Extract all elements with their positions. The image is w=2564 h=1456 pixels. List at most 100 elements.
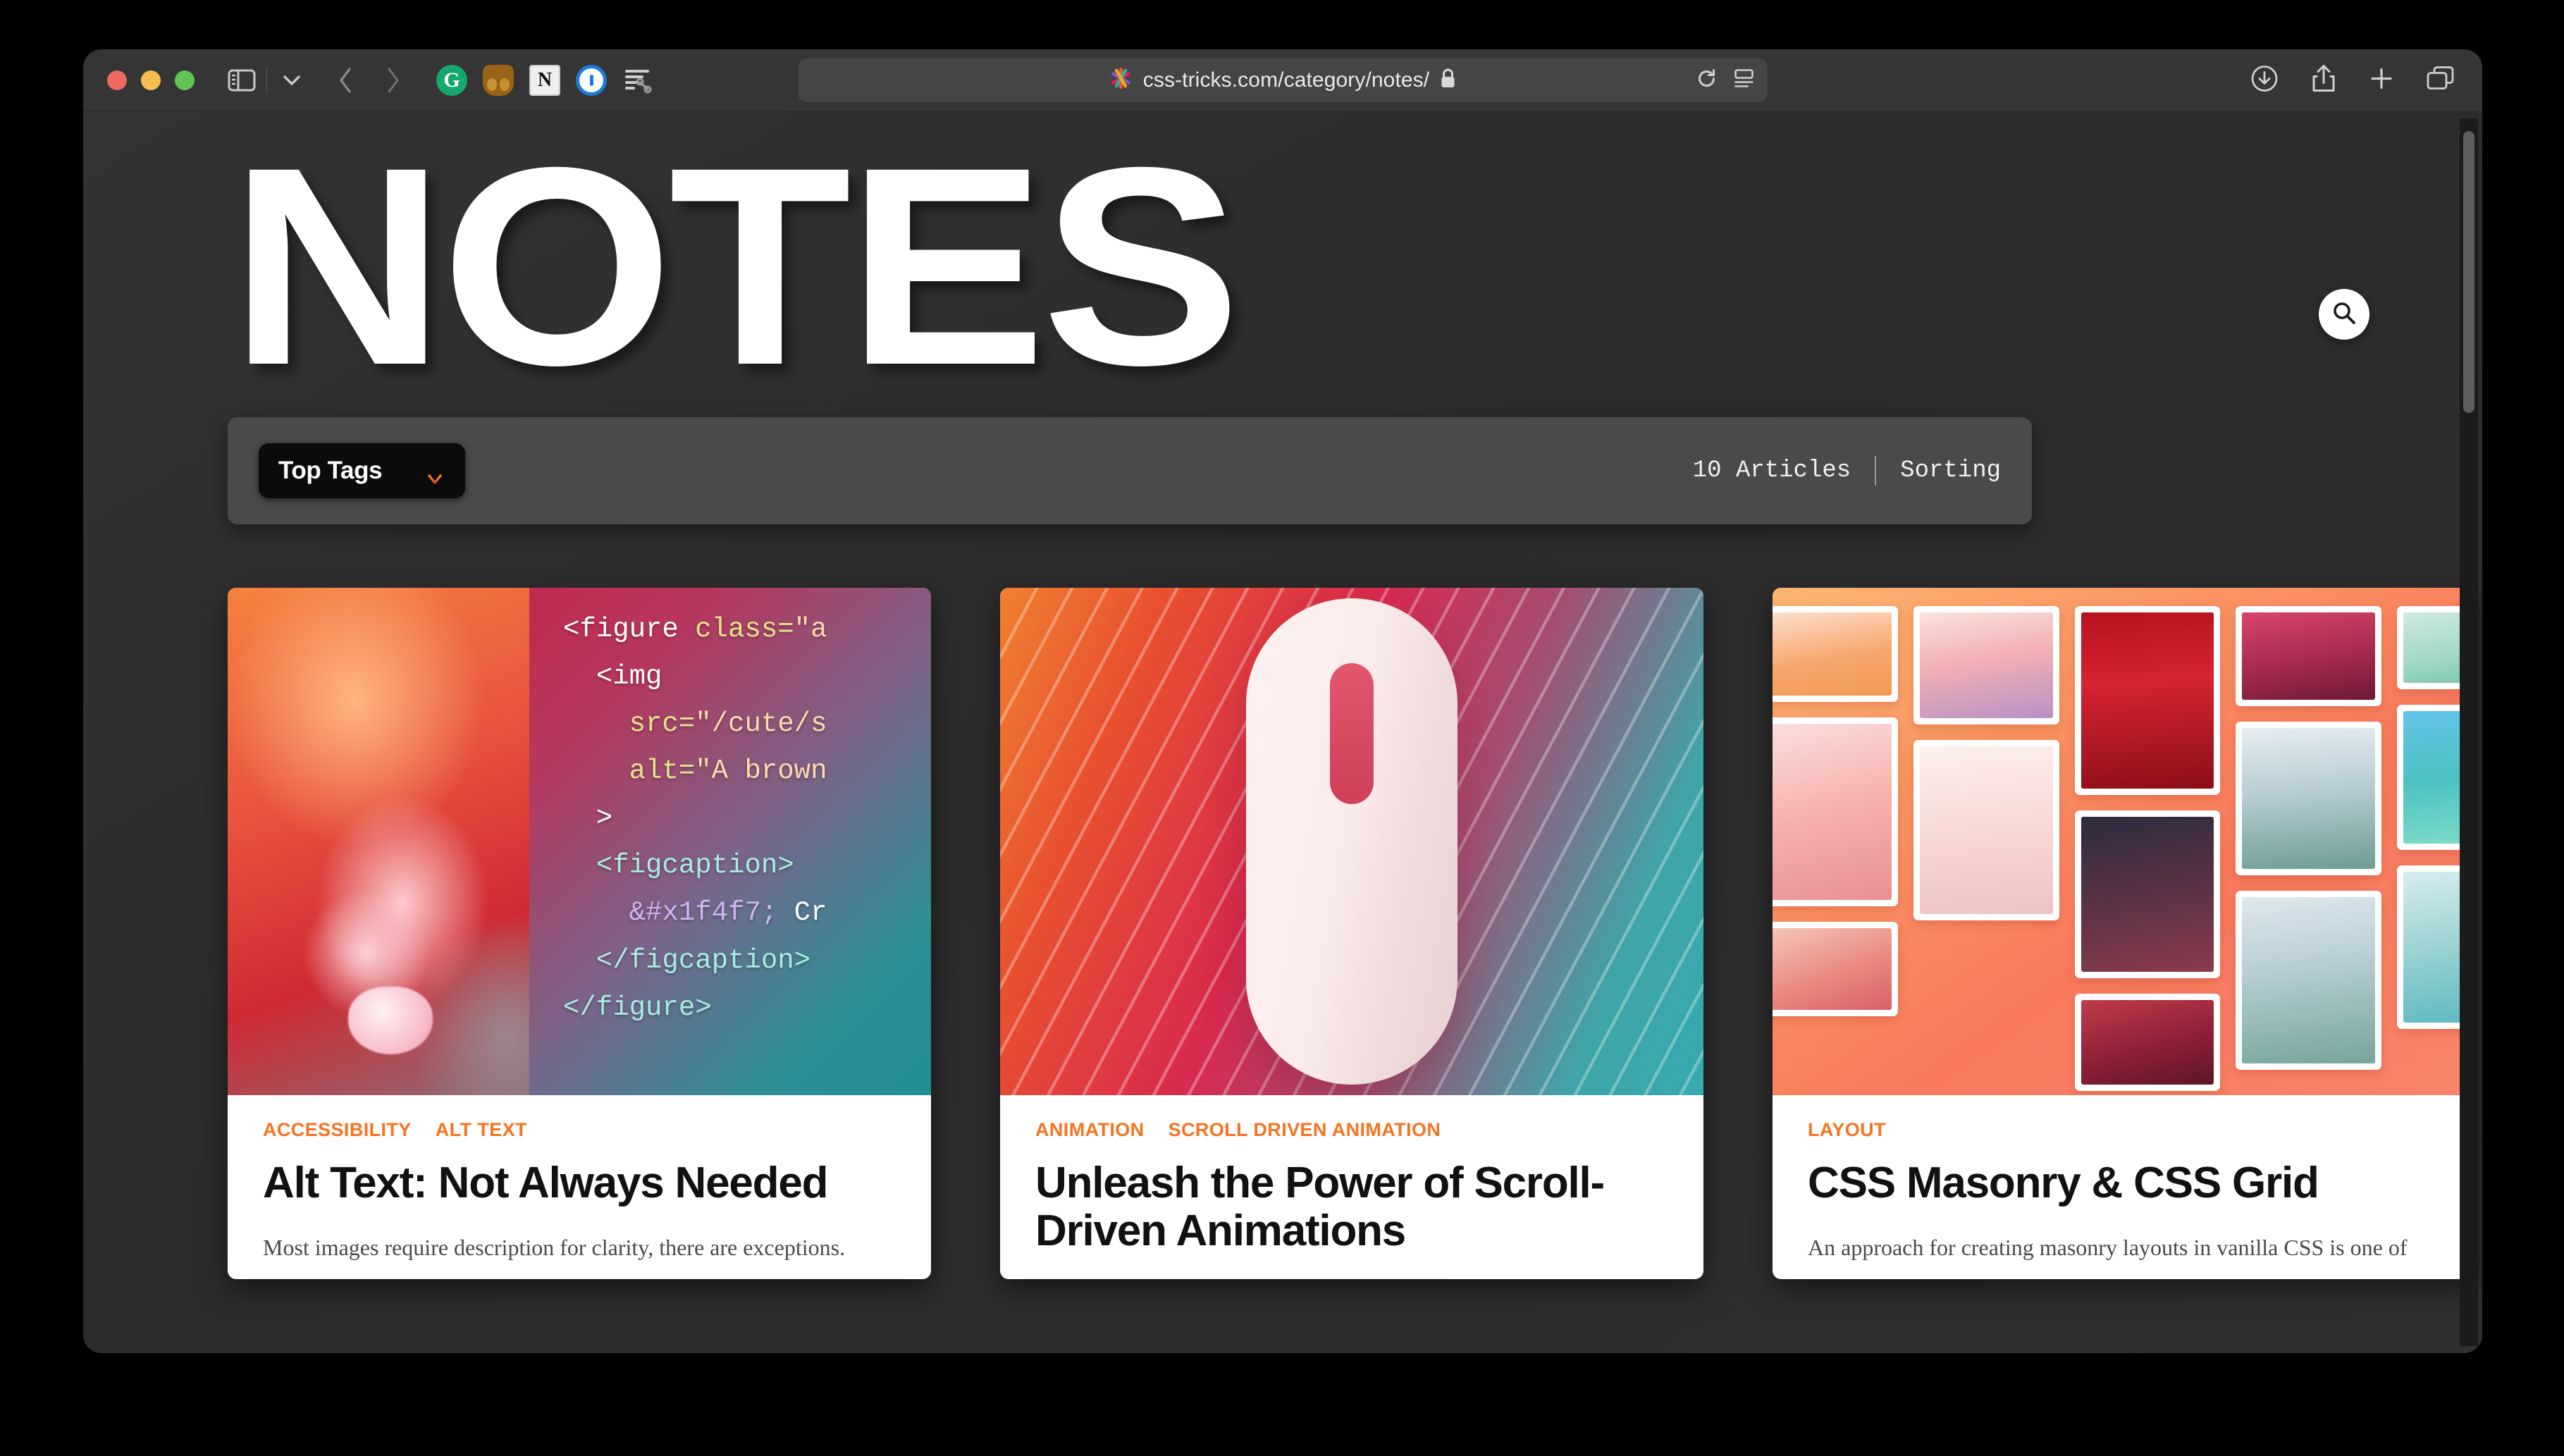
1password-extension-icon[interactable] [576,64,607,96]
back-button[interactable] [326,61,364,99]
meta-divider [1875,456,1877,486]
article-card[interactable]: LAYOUT CSS Masonry & CSS Grid An approac… [1773,588,2476,1280]
lock-icon [1439,68,1456,92]
code-line: </figcaption> [563,944,811,976]
card-body: ANIMATION SCROLL DRIVEN ANIMATION Unleas… [1000,1095,1703,1255]
address-bar[interactable]: css-tricks.com/category/notes/ [798,58,1768,102]
card-media-mouse [1000,588,1703,1095]
card-tag-list: ANIMATION SCROLL DRIVEN ANIMATION [1035,1119,1668,1141]
page-hero: NOTES [83,111,2482,424]
address-bar-url: css-tricks.com/category/notes/ [1142,68,1430,92]
sloth-photo [228,588,529,1095]
card-tag[interactable]: LAYOUT [1808,1119,1886,1141]
share-icon[interactable] [2310,63,2337,97]
filter-bar: Top Tags 10 Articles Sorting [228,417,2032,524]
card-excerpt: Most images require description for clar… [263,1235,846,1261]
card-tag-list: ACCESSIBILITY ALT TEXT [263,1119,896,1141]
card-body: LAYOUT CSS Masonry & CSS Grid An approac… [1773,1095,2476,1264]
arrow-down-icon [426,452,444,491]
address-bar-content: css-tricks.com/category/notes/ [1109,66,1456,94]
chevron-down-icon[interactable] [273,61,311,99]
card-tag[interactable]: ANIMATION [1035,1119,1145,1141]
css-tricks-notes-page: NOTES Top Tags 10 Articles Sorting <figu… [83,111,2482,1353]
sidebar-icon[interactable] [223,61,261,99]
page-title: NOTES [229,111,1241,424]
downloads-icon[interactable] [2250,63,2279,97]
photo-thumb [2074,994,2221,1091]
bitwarden-extension-icon[interactable] [483,64,514,96]
html-code-snippet: <figure class="a <img src="/cute/s alt="… [529,588,931,1095]
css-tricks-star-icon [1109,66,1133,94]
card-title[interactable]: CSS Masonry & CSS Grid [1808,1159,2441,1207]
tab-overview-icon[interactable] [2426,65,2455,95]
card-media-masonry [1773,588,2476,1095]
notion-extension-icon[interactable]: N [529,64,560,96]
extension-buttons: G N [436,64,653,96]
article-count: 10 Articles [1692,457,1851,484]
article-card[interactable]: ANIMATION SCROLL DRIVEN ANIMATION Unleas… [1000,588,1703,1280]
window-controls [107,70,195,90]
safari-browser-window: G N css-tricks.com/category/notes/ NOTES… [83,49,2482,1353]
new-tab-icon[interactable] [2368,65,2395,95]
striped-gradient-background [1000,588,1703,1095]
readwise-extension-icon[interactable] [622,65,653,96]
desktop-backdrop: G N css-tricks.com/category/notes/ NOTES… [0,0,2564,1456]
browser-toolbar: G N css-tricks.com/category/notes/ [83,49,2482,111]
code-line: src="/cute/s [629,708,827,740]
photo-thumb [1773,606,1899,702]
minimize-window-button[interactable] [141,70,161,90]
photo-thumb [2074,810,2221,978]
code-line: > [563,803,613,834]
code-line: <figcaption> [563,850,794,882]
card-title[interactable]: Alt Text: Not Always Needed [263,1159,896,1207]
photo-thumb [1913,606,2059,724]
search-icon [2330,299,2358,331]
photo-thumb [1773,922,1899,1016]
card-tag-list: LAYOUT [1808,1119,2441,1141]
photo-thumb [1913,740,2059,920]
photo-thumb [2236,722,2381,875]
card-excerpt: An approach for creating masonry layouts… [1808,1235,2408,1261]
search-button[interactable] [2319,289,2369,340]
code-line: alt="A brown [629,755,827,787]
photo-thumb [2074,606,2221,795]
photo-thumb [2236,606,2381,706]
toolbar-divider [266,66,267,94]
card-body: ACCESSIBILITY ALT TEXT Alt Text: Not Alw… [228,1095,931,1264]
photo-thumb [2236,891,2381,1070]
code-line: </figure> [563,992,712,1023]
page-viewport: NOTES Top Tags 10 Articles Sorting <figu… [83,111,2482,1353]
code-line: <img [563,661,662,693]
zoom-window-button[interactable] [175,70,195,90]
sorting-button[interactable]: Sorting [1900,457,2001,484]
code-line: <figure class="a [563,614,827,645]
scrollbar-thumb[interactable] [2463,131,2474,413]
code-line: &#x1f4f7; Cr [629,897,827,929]
navigation-buttons [326,61,412,99]
viewport-bottom-edge [83,1352,2482,1353]
filter-bar-meta: 10 Articles Sorting [1693,456,2001,486]
forward-button[interactable] [374,61,412,99]
top-tags-label: Top Tags [278,457,383,484]
reload-icon[interactable] [1696,67,1718,93]
top-tags-dropdown[interactable]: Top Tags [259,443,466,498]
photo-thumb [1773,717,1899,906]
page-scrollbar[interactable] [2460,118,2478,1346]
card-tag[interactable]: ACCESSIBILITY [263,1119,412,1141]
card-title[interactable]: Unleash the Power of Scroll-Driven Anima… [1035,1159,1668,1255]
card-media-sloth-code: <figure class="a <img src="/cute/s alt="… [228,588,931,1095]
toolbar-right-actions [2250,63,2455,97]
masonry-photo-wall [1773,588,2476,1095]
article-card[interactable]: <figure class="a <img src="/cute/s alt="… [228,588,931,1280]
masonry-grid [1773,606,2476,1091]
card-tag[interactable]: ALT TEXT [436,1119,527,1141]
address-bar-actions [1696,67,1755,93]
reader-view-icon[interactable] [1734,68,1755,92]
grammarly-extension-icon[interactable]: G [436,64,467,96]
address-bar-container: css-tricks.com/category/notes/ [798,58,1768,102]
close-window-button[interactable] [107,70,127,90]
card-tag[interactable]: SCROLL DRIVEN ANIMATION [1169,1119,1441,1141]
computer-mouse-illustration [1246,598,1457,1085]
article-card-grid: <figure class="a <img src="/cute/s alt="… [228,588,2476,1280]
sloth-photo-with-code-overlay: <figure class="a <img src="/cute/s alt="… [228,588,931,1095]
